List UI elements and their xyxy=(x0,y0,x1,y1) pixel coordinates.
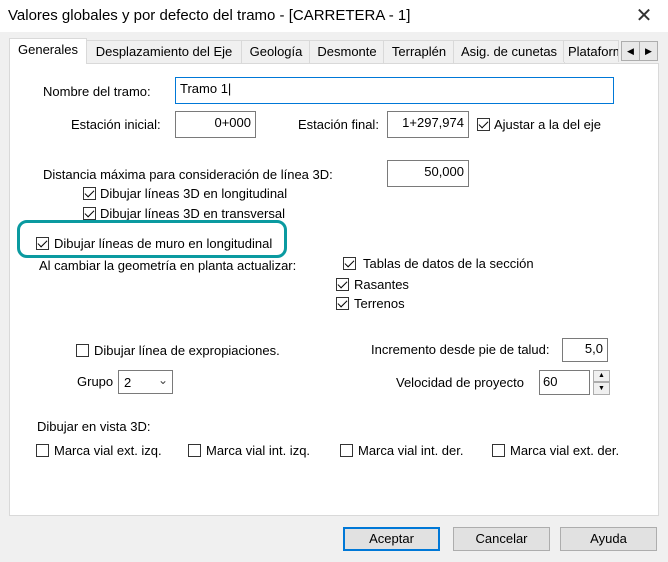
al-cambiar-label: Al cambiar la geometría en planta actual… xyxy=(39,258,297,273)
chevron-right-icon[interactable]: ▶ xyxy=(639,41,658,61)
rasantes-checkbox[interactable] xyxy=(336,278,349,291)
terrenos-label: Terrenos xyxy=(354,296,405,311)
estacion-inicial-label: Estación inicial: xyxy=(71,117,161,132)
velocidad-input[interactable]: 60 xyxy=(539,370,590,395)
tab-strip: Generales Desplazamiento del Eje Geologí… xyxy=(9,38,658,64)
estacion-final-label: Estación final: xyxy=(298,117,379,132)
checkmark-icon xyxy=(84,207,95,218)
tab-label: Plataforma xyxy=(568,44,618,59)
marca-ext-izq-checkbox[interactable] xyxy=(36,444,49,457)
nombre-input[interactable]: Tramo 1| xyxy=(175,77,614,104)
distancia-value: 50,000 xyxy=(424,164,464,179)
chevron-left-icon[interactable]: ◀ xyxy=(621,41,640,61)
marca-int-izq-checkbox[interactable] xyxy=(188,444,201,457)
chevron-down-icon: ⌄ xyxy=(157,373,168,387)
spin-up-icon[interactable]: ▲ xyxy=(593,370,610,382)
tab-generales[interactable]: Generales xyxy=(9,38,87,64)
annotation-highlight xyxy=(17,220,287,258)
incremento-value: 5,0 xyxy=(584,341,603,356)
ayuda-button[interactable]: Ayuda xyxy=(560,527,657,551)
expropiaciones-checkbox[interactable] xyxy=(76,344,89,357)
estacion-final-value: 1+297,974 xyxy=(402,115,464,130)
lineas-long-checkbox[interactable] xyxy=(83,187,96,200)
tablas-label: Tablas de datos de la sección xyxy=(363,256,534,271)
tab-desplazamiento[interactable]: Desplazamiento del Eje xyxy=(85,40,243,63)
aceptar-button[interactable]: Aceptar xyxy=(343,527,440,551)
tab-label: Desplazamiento del Eje xyxy=(95,44,233,59)
grupo-label: Grupo xyxy=(77,374,114,389)
ajustar-label: Ajustar a la del eje xyxy=(494,117,601,132)
tab-label: Generales xyxy=(18,42,78,57)
tab-label: Desmonte xyxy=(317,44,377,59)
tab-label: Terraplén xyxy=(391,44,447,59)
vista3d-label: Dibujar en vista 3D: xyxy=(37,419,151,434)
distancia-input[interactable]: 50,000 xyxy=(387,160,469,187)
velocidad-label: Velocidad de proyecto xyxy=(396,375,524,390)
velocidad-value: 60 xyxy=(543,374,558,389)
terrenos-checkbox[interactable] xyxy=(336,297,349,310)
close-icon[interactable]: ✕ xyxy=(628,2,660,30)
spin-down-icon[interactable]: ▼ xyxy=(593,382,610,395)
estacion-final-input[interactable]: 1+297,974 xyxy=(387,111,469,138)
marca-ext-der-checkbox[interactable] xyxy=(492,444,505,457)
tablas-checkbox[interactable] xyxy=(343,257,356,270)
tab-asig-cunetas[interactable]: Asig. de cunetas xyxy=(453,40,565,63)
lineas-trans-label: Dibujar líneas 3D en transversal xyxy=(100,206,285,221)
tab-geologia[interactable]: Geología xyxy=(241,40,311,63)
marca-int-izq-label: Marca vial int. izq. xyxy=(206,443,311,458)
marca-int-der-label: Marca vial int. der. xyxy=(358,443,464,458)
checkmark-icon xyxy=(84,187,95,198)
window-title: Valores globales y por defecto del tramo… xyxy=(8,7,411,24)
incremento-input[interactable]: 5,0 xyxy=(562,338,608,362)
title-bar: Valores globales y por defecto del tramo… xyxy=(0,0,668,32)
expropiaciones-label: Dibujar línea de expropiaciones. xyxy=(94,343,280,358)
tab-label: Asig. de cunetas xyxy=(460,44,558,59)
tab-terraplen[interactable]: Terraplén xyxy=(383,40,455,63)
distancia-label: Distancia máxima para consideración de l… xyxy=(43,167,333,182)
marca-int-der-checkbox[interactable] xyxy=(340,444,353,457)
checkmark-icon xyxy=(344,257,355,268)
checkmark-icon xyxy=(478,118,489,129)
lineas-long-label: Dibujar líneas 3D en longitudinal xyxy=(100,186,288,201)
grupo-value: 2 xyxy=(124,375,132,390)
tab-label: Geología xyxy=(249,44,303,59)
marca-ext-izq-label: Marca vial ext. izq. xyxy=(54,443,162,458)
lineas-trans-checkbox[interactable] xyxy=(83,207,96,220)
marca-ext-der-label: Marca vial ext. der. xyxy=(510,443,620,458)
ajustar-checkbox[interactable] xyxy=(477,118,490,131)
incremento-label: Incremento desde pie de talud: xyxy=(371,342,550,357)
cancelar-button[interactable]: Cancelar xyxy=(453,527,550,551)
nombre-label: Nombre del tramo: xyxy=(43,84,151,99)
tab-desmonte[interactable]: Desmonte xyxy=(309,40,385,63)
rasantes-label: Rasantes xyxy=(354,277,409,292)
checkmark-icon xyxy=(337,278,348,289)
estacion-inicial-input[interactable]: 0+000 xyxy=(175,111,256,138)
nombre-value: Tramo 1 xyxy=(180,81,228,96)
tab-panel-generales: Nombre del tramo: Tramo 1| Estación inic… xyxy=(9,63,659,516)
estacion-inicial-value: 0+000 xyxy=(214,115,251,130)
tab-plataforma[interactable]: Plataforma xyxy=(563,40,619,62)
grupo-select[interactable]: 2 ⌄ xyxy=(118,370,173,394)
checkmark-icon xyxy=(337,297,348,308)
